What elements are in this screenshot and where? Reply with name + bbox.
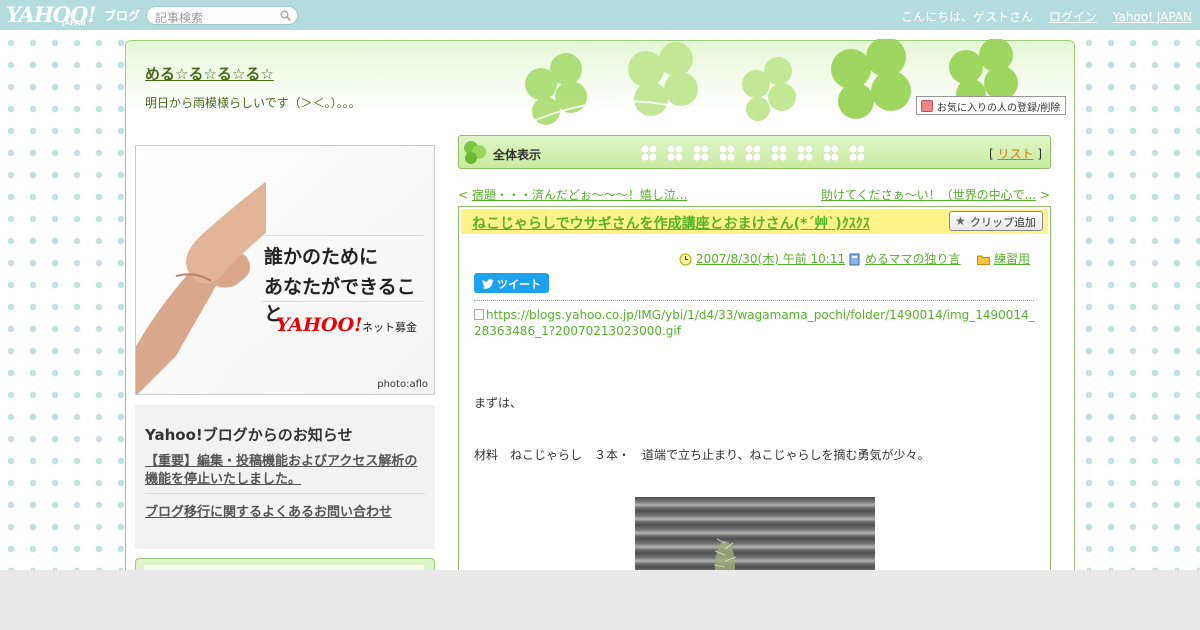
notice-link-faq[interactable]: ブログ移行に関するよくあるお問い合わせ (145, 501, 392, 520)
top-bar: YAHOO! JAPAN ブログ 記事検索 こんにちは、ゲストさん ログイン Y… (0, 0, 1200, 30)
clock-icon (679, 253, 692, 266)
blog-description: 明日から雨模様らしいです（＞＜。）。。。 (145, 96, 361, 110)
star-icon: ★ (955, 214, 966, 228)
list-bracket-close: ] (1037, 147, 1042, 161)
article-divider (474, 300, 1034, 301)
top-right-links: こんにちは、ゲストさん ログイン Yahoo! JAPAN (889, 8, 1192, 25)
ad-line-1: 誰かのために (264, 246, 379, 268)
notebook-icon (849, 253, 860, 266)
article-date: 2007/8/30(木) 午前 10:11 (679, 250, 845, 267)
charity-ad-banner[interactable]: 誰かのために あなたができること YAHOO! ネット募金 photo:aflo (135, 145, 435, 395)
next-arrow: > (1039, 188, 1050, 202)
article-paragraph-1: まずは、 (474, 396, 523, 410)
list-link-wrapper: [ リスト ] (989, 145, 1042, 162)
notice-title: Yahoo!ブログからのお知らせ (145, 426, 353, 444)
blog-header: める☆る☆る☆る☆ 明日から雨模様らしいです（＞＜。）。。。 お気に入りの人の登… (126, 39, 1074, 129)
search-icon[interactable] (280, 10, 291, 21)
clip-add-button[interactable]: ★ クリップ追加 (949, 211, 1043, 231)
category-label: 全体表示 (493, 148, 542, 162)
favorite-button-label: お気に入りの人の登録/削除 (937, 103, 1061, 114)
category-bar: 全体表示 [ リスト ] (458, 135, 1051, 169)
ad-brand-sub: ネット募金 (362, 321, 417, 334)
list-bracket-open: [ (988, 147, 994, 161)
notice-box: Yahoo!ブログからのお知らせ 【重要】編集・投稿機能およびアクセス解析の機能… (135, 405, 435, 549)
article-date-link[interactable]: 2007/8/30(木) 午前 10:11 (696, 252, 845, 266)
article: ねこじゃらしでウサギさんを作成講座とおまけさん(*´艸`)ｸｽｸｽ ★ クリップ… (458, 206, 1051, 570)
page: YAHOO! JAPAN ブログ 記事検索 こんにちは、ゲストさん ログイン Y… (0, 0, 1200, 570)
notice-link-important[interactable]: 【重要】編集・投稿機能およびアクセス解析の機能を停止いたしました。 (145, 453, 429, 489)
twitter-bird-icon (482, 279, 494, 289)
list-link[interactable]: リスト (997, 147, 1033, 161)
ad-rule-top (262, 235, 424, 236)
logo-sub: JAPAN (62, 19, 86, 27)
article-category-link[interactable]: めるママの独り言 (865, 252, 961, 266)
ad-rule-bottom (262, 301, 424, 302)
prev-article-nav: < 宿題・・・済んだどぉ～～～！嬉し泣... (458, 186, 687, 203)
yahoo-japan-link[interactable]: Yahoo! JAPAN (1113, 10, 1192, 24)
article-folder: 練習用 (977, 250, 1030, 267)
tweet-label: ツイート (497, 278, 541, 291)
sidebar-widget (135, 558, 435, 570)
next-article-nav: 助けてくださぁ～い！（世界の中心で... > (821, 186, 1050, 203)
clover-icon (464, 141, 486, 164)
ad-brand: YAHOO! (276, 314, 363, 336)
yahoo-blog-logo[interactable]: YAHOO! JAPAN ブログ (6, 2, 140, 28)
next-article-link[interactable]: 助けてくださぁ～い！（世界の中心で... (821, 188, 1036, 202)
article-paragraph-2: 材料 ねこじゃらし ３本・ 道端で立ち止まり、ねこじゃらしを摘む勇気が少々。 (474, 448, 930, 462)
page-footer-band (0, 570, 1200, 630)
broken-image[interactable]: https://blogs.yahoo.co.jp/IMG/ybi/1/d4/3… (474, 307, 1036, 339)
search-input[interactable]: 記事検索 (146, 6, 298, 25)
article-folder-link[interactable]: 練習用 (994, 252, 1030, 266)
login-link[interactable]: ログイン (1049, 10, 1097, 24)
tweet-button[interactable]: ツイート (474, 273, 549, 293)
foxtail-grass-image (713, 538, 737, 570)
clover-decoration-icon (515, 39, 1018, 129)
logo-blog: ブログ (104, 9, 141, 23)
notice-divider (145, 493, 425, 494)
blog-title[interactable]: める☆る☆る☆る☆ (145, 63, 274, 84)
broken-image-icon (474, 309, 484, 320)
clip-button-label: クリップ追加 (970, 216, 1036, 229)
image-alt-text: https://blogs.yahoo.co.jp/IMG/ybi/1/d4/3… (474, 308, 1035, 338)
greeting-text: こんにちは、ゲストさん (901, 10, 1034, 24)
search-placeholder: 記事検索 (155, 11, 204, 25)
holding-hands-image (136, 181, 266, 394)
article-category: めるママの独り言 (849, 250, 961, 267)
article-title-bar: ねこじゃらしでウサギさんを作成講座とおまけさん(*´艸`)ｸｽｸｽ ★ クリップ… (461, 209, 1048, 234)
folder-icon (977, 255, 990, 265)
blog-frame: める☆る☆る☆る☆ 明日から雨模様らしいです（＞＜。）。。。 お気に入りの人の登… (125, 39, 1075, 570)
clover-row-icon (640, 144, 866, 162)
prev-article-link[interactable]: 宿題・・・済んだどぉ～～～！嬉し泣... (472, 188, 687, 202)
favorite-icon (921, 100, 933, 112)
article-photo[interactable] (635, 497, 875, 570)
ad-credit: photo:aflo (377, 379, 428, 390)
prev-arrow: < (458, 188, 469, 202)
favorite-register-button[interactable]: お気に入りの人の登録/削除 (916, 96, 1066, 115)
article-title[interactable]: ねこじゃらしでウサギさんを作成講座とおまけさん(*´艸`)ｸｽｸｽ (472, 213, 870, 233)
